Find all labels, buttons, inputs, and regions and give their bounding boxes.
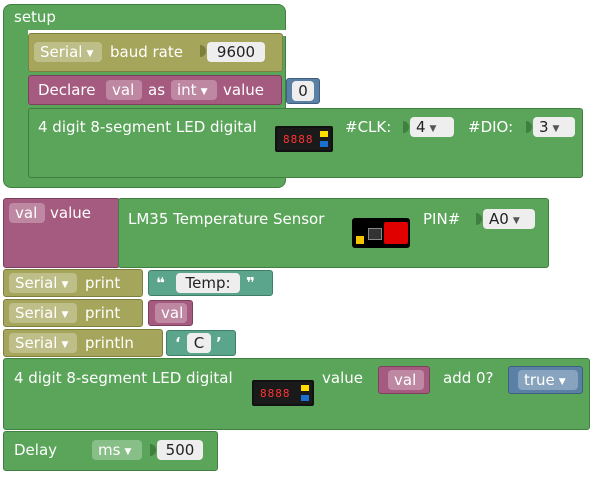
dio-dropdown[interactable]: 3 ▼	[533, 117, 575, 137]
serial-port-dropdown[interactable]: Serial ▼	[34, 42, 102, 62]
dropdown-arrow-icon: ▼	[558, 377, 566, 387]
declare-value-input[interactable]: 0	[292, 81, 314, 101]
baud-rate-label: baud rate	[110, 43, 183, 61]
add0-label: add 0?	[443, 369, 494, 387]
pin-dropdown[interactable]: A0 ▼	[483, 209, 535, 229]
led-init-label: 4 digit 8-segment LED digital	[38, 118, 257, 136]
type-dropdown[interactable]: int ▼	[171, 80, 217, 100]
delay-value-input[interactable]: 500	[157, 440, 203, 460]
delay-unit-dropdown[interactable]: ms ▼	[92, 440, 142, 460]
dropdown-arrow-icon: ▼	[429, 124, 437, 134]
print-label: print	[85, 304, 121, 322]
dropdown-arrow-icon: ▼	[61, 340, 69, 350]
assign-value-label: value	[50, 204, 91, 222]
declare-label: Declare	[38, 81, 96, 99]
led-var-name[interactable]: val	[388, 370, 424, 390]
dropdown-arrow-icon: ▼	[552, 124, 560, 134]
led-display-icon: 8888	[275, 126, 333, 152]
dropdown-arrow-icon: ▼	[200, 87, 208, 97]
led-value-label: value	[322, 369, 363, 387]
assign-var-name[interactable]: val	[9, 203, 45, 223]
print-label: print	[85, 274, 121, 292]
close-quote-icon: ❞	[246, 274, 255, 292]
clk-label: #CLK:	[345, 118, 392, 136]
dropdown-arrow-icon: ▼	[86, 49, 94, 59]
dropdown-arrow-icon: ▼	[61, 310, 69, 320]
close-quote-icon: ’	[216, 334, 222, 352]
serial-port-dropdown[interactable]: Serial ▼	[9, 303, 77, 323]
as-label: as	[148, 81, 166, 99]
serial-port-dropdown[interactable]: Serial ▼	[9, 333, 77, 353]
dio-label: #DIO:	[468, 118, 514, 136]
dropdown-arrow-icon: ▼	[124, 447, 132, 457]
declare-value-label: value	[223, 81, 264, 99]
text-string-input[interactable]: Temp:	[176, 273, 240, 293]
open-quote-icon: ❝	[156, 274, 165, 292]
pin-label: PIN#	[423, 210, 461, 228]
delay-label: Delay	[14, 441, 58, 459]
print-var-name[interactable]: val	[155, 303, 187, 323]
sensor-label: LM35 Temperature Sensor	[128, 210, 325, 228]
dropdown-arrow-icon: ▼	[61, 280, 69, 290]
println-label: println	[85, 334, 134, 352]
char-input[interactable]: C	[187, 333, 211, 353]
baud-rate-input[interactable]: 9600	[207, 42, 265, 62]
setup-label: setup	[14, 8, 56, 26]
serial-port-dropdown[interactable]: Serial ▼	[9, 273, 77, 293]
temperature-sensor-icon	[352, 218, 410, 248]
dropdown-arrow-icon: ▼	[512, 216, 520, 226]
add0-dropdown[interactable]: true ▼	[518, 370, 578, 390]
led-display-icon: 8888	[252, 380, 314, 406]
declare-var-name[interactable]: val	[106, 80, 142, 100]
clk-dropdown[interactable]: 4 ▼	[410, 117, 454, 137]
led-display-label: 4 digit 8-segment LED digital	[14, 369, 233, 387]
open-quote-icon: ‘	[175, 334, 181, 352]
